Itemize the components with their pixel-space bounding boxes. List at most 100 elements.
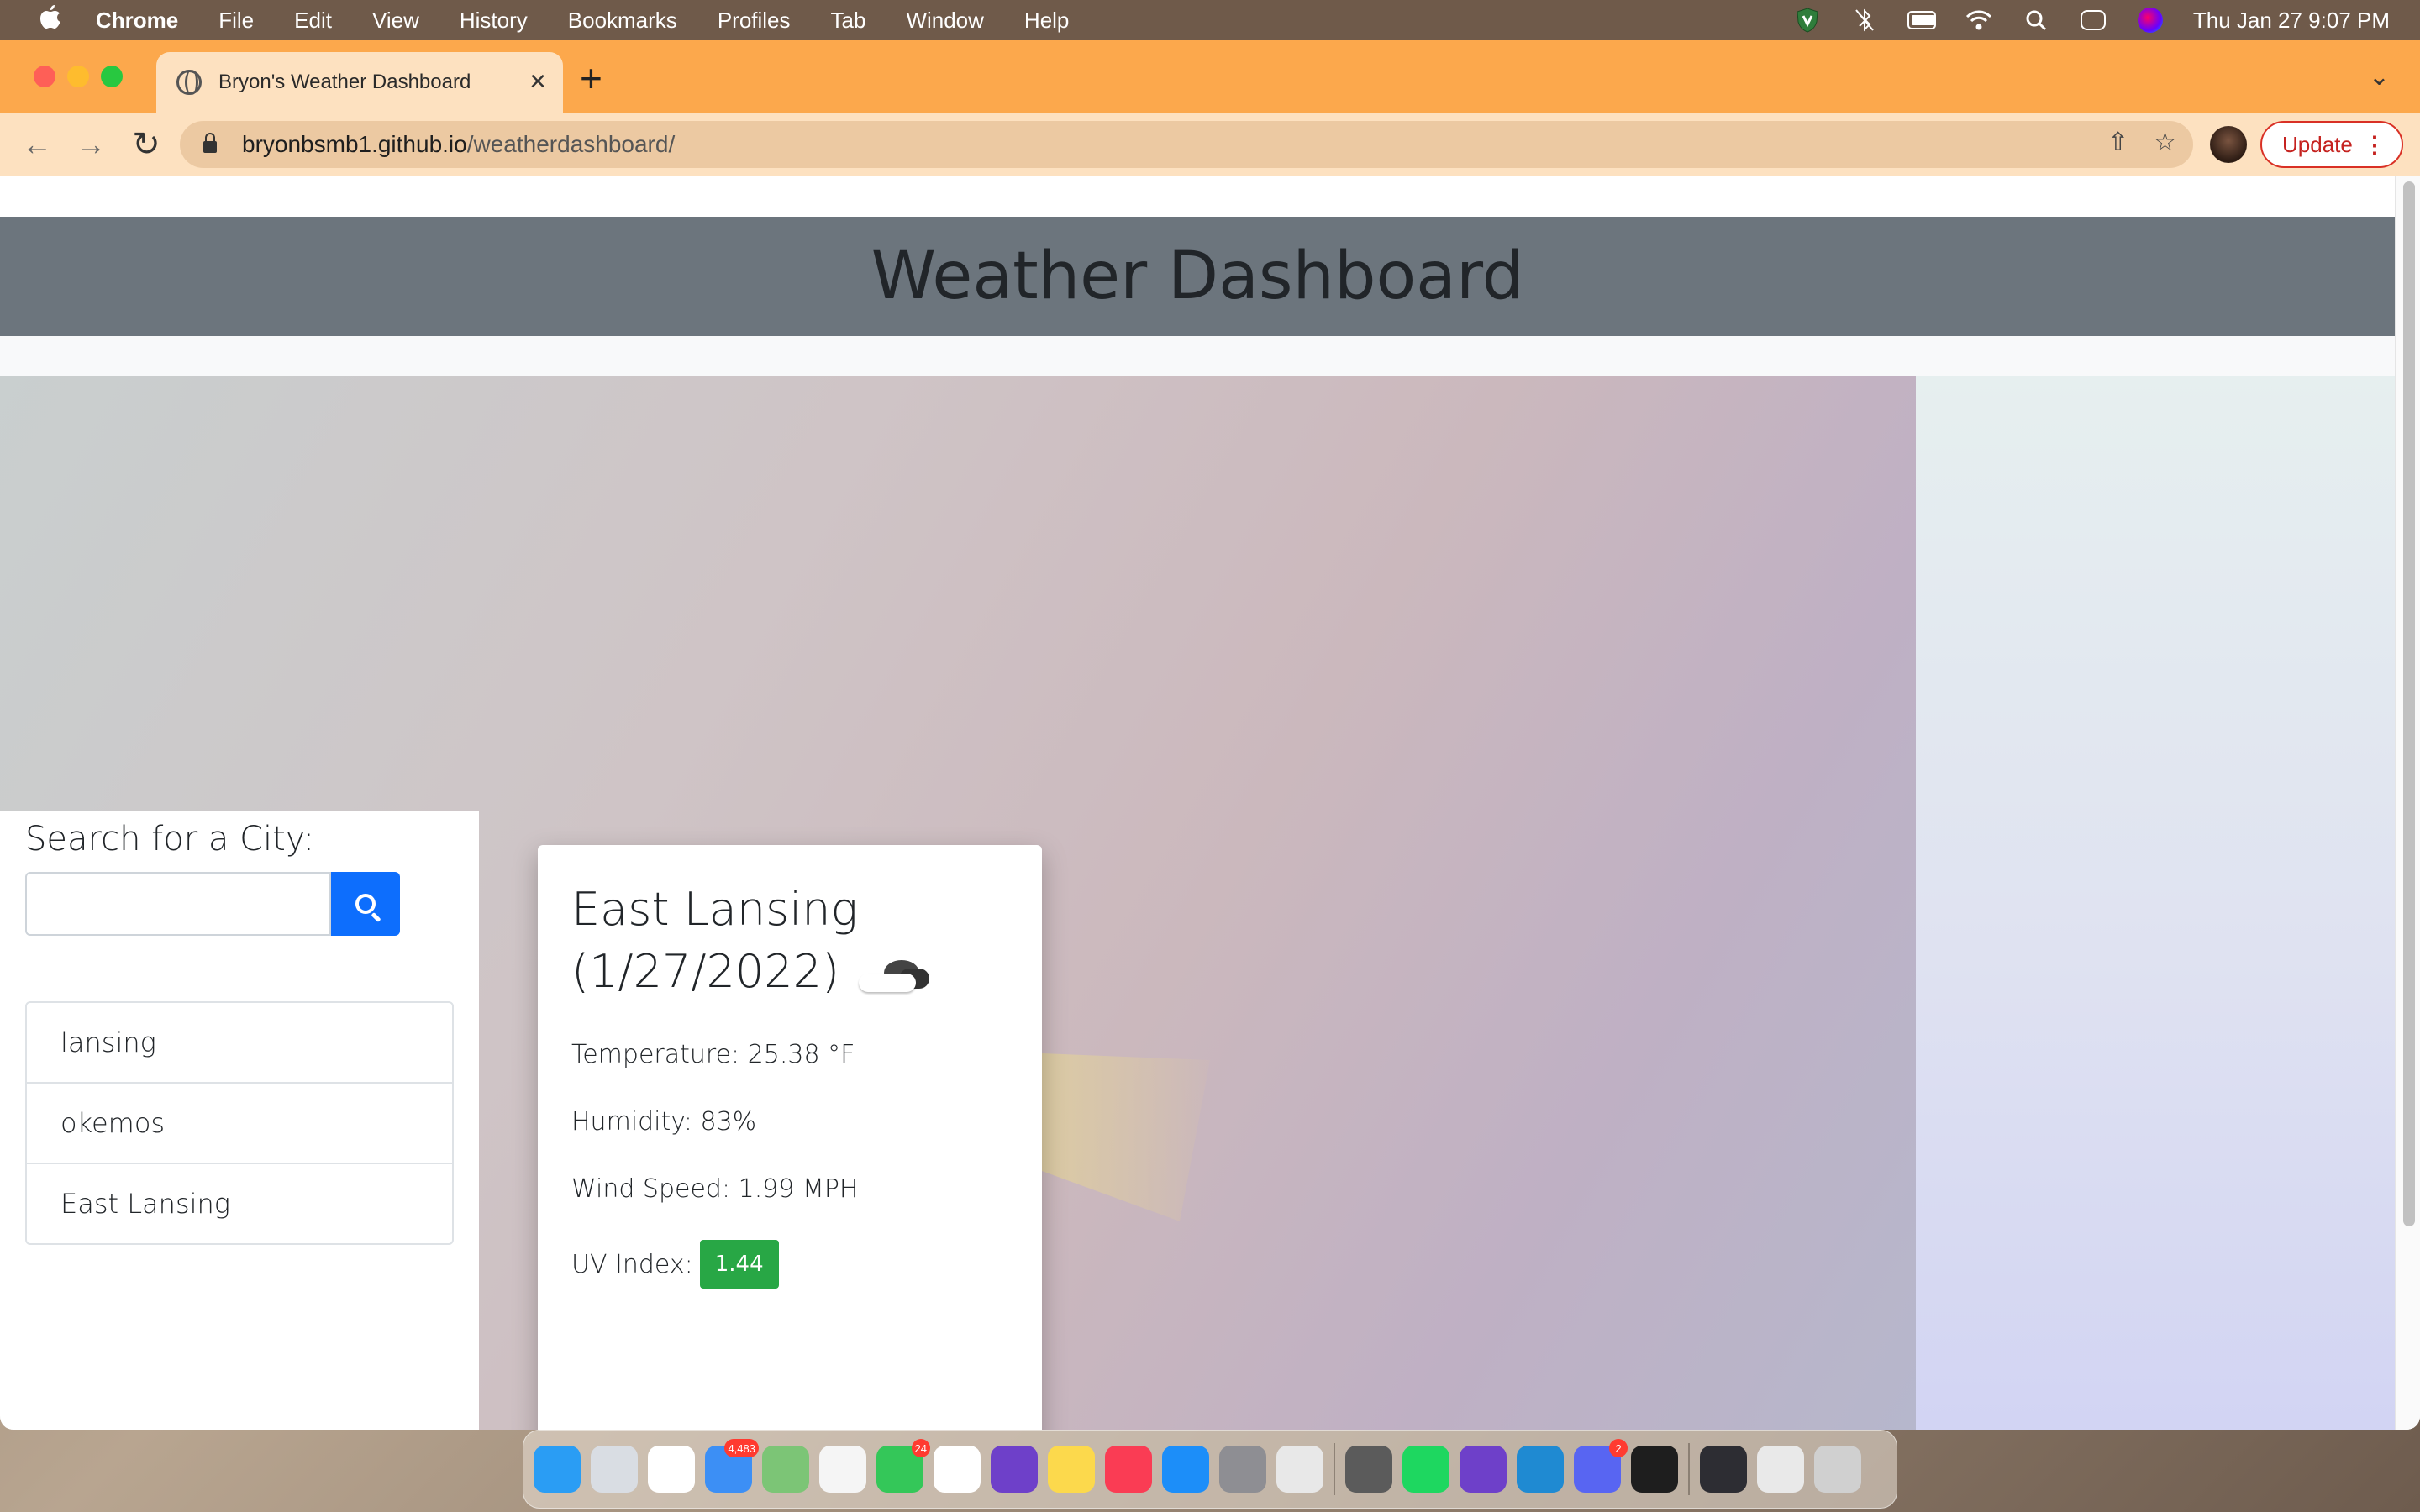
browser-window: Bryon's Weather Dashboard × + ⌄ ← → ↻ br…	[0, 40, 2420, 1430]
humidity-value: Humidity: 83%	[571, 1107, 757, 1137]
tab-weather-dashboard[interactable]: Bryon's Weather Dashboard ×	[156, 52, 563, 113]
lock-icon[interactable]	[203, 133, 217, 153]
search-button[interactable]	[331, 872, 400, 936]
tab-strip: Bryon's Weather Dashboard × + ⌄	[0, 40, 2420, 113]
dock-badge: 4,483	[724, 1439, 759, 1457]
globe-icon	[176, 70, 202, 95]
back-button[interactable]: ←	[18, 126, 55, 163]
dock-trash-icon[interactable]	[1814, 1446, 1861, 1493]
uv-index-label: UV Index:	[571, 1249, 693, 1279]
dock-color-picker-icon[interactable]	[1345, 1446, 1392, 1493]
dock-facetime-icon[interactable]: 24	[876, 1439, 930, 1493]
control-center-icon[interactable]	[2079, 8, 2107, 33]
battery-charging-icon[interactable]	[1907, 8, 1936, 33]
dock-window-thumbnail-1-icon[interactable]	[1700, 1446, 1747, 1493]
dock-slack-icon[interactable]	[648, 1446, 695, 1493]
menu-bookmarks[interactable]: Bookmarks	[568, 8, 677, 34]
dock-photos-icon[interactable]	[819, 1446, 866, 1493]
page-title: Weather Dashboard	[871, 239, 1524, 314]
new-tab-button[interactable]: +	[580, 59, 602, 97]
siri-icon[interactable]	[2136, 8, 2165, 33]
dock-github-desktop-icon[interactable]	[991, 1446, 1038, 1493]
dock-badge: 2	[1609, 1439, 1628, 1457]
current-weather-card: East Lansing (1/27/2022) Temperature: 25…	[538, 845, 1042, 1430]
menu-view[interactable]: View	[372, 8, 419, 34]
menu-edit[interactable]: Edit	[294, 8, 332, 34]
history-item-okemos[interactable]: okemos	[25, 1082, 454, 1164]
page-viewport: Weather Dashboard Search for a City: lan…	[0, 176, 2420, 1430]
dock-launchpad-icon[interactable]	[591, 1446, 638, 1493]
search-history-list: lansing okemos East Lansing	[25, 1001, 454, 1245]
wifi-icon[interactable]	[1965, 8, 1993, 33]
share-icon[interactable]: ⇧	[2107, 128, 2128, 157]
forward-button[interactable]: →	[72, 126, 109, 163]
dock-spotify-icon[interactable]	[1402, 1446, 1449, 1493]
url-path: /weatherdashboard/	[466, 131, 676, 157]
menu-tab[interactable]: Tab	[831, 8, 866, 34]
tab-search-chevron-icon[interactable]: ⌄	[2369, 62, 2390, 92]
browser-toolbar: ← → ↻ bryonbsmb1.github.io/weatherdashbo…	[0, 113, 2420, 176]
search-label: Search for a City:	[25, 820, 315, 858]
dock-system-preferences-icon[interactable]	[1219, 1446, 1266, 1493]
current-city-heading: East Lansing (1/27/2022)	[571, 879, 1008, 1003]
update-label: Update	[2282, 131, 2353, 157]
header-spacer	[0, 336, 2395, 376]
dock-calendar-icon[interactable]	[934, 1446, 981, 1493]
close-window-button[interactable]	[34, 66, 55, 87]
dock-notes-icon[interactable]	[1048, 1446, 1095, 1493]
dock-music-icon[interactable]	[1105, 1446, 1152, 1493]
city-search-input[interactable]	[25, 872, 331, 936]
profile-avatar[interactable]	[2210, 126, 2247, 163]
more-menu-icon[interactable]: ⋮	[2363, 131, 2386, 159]
dock-badge: 24	[911, 1439, 930, 1457]
dock-github-icon[interactable]	[1460, 1446, 1507, 1493]
menu-window[interactable]: Window	[906, 8, 983, 34]
menu-profiles[interactable]: Profiles	[718, 8, 791, 34]
search-icon[interactable]	[2022, 8, 2050, 33]
uv-index-badge: 1.44	[699, 1240, 779, 1289]
dock-mail-icon[interactable]: 4,483	[705, 1439, 759, 1493]
page-header: Weather Dashboard	[0, 217, 2395, 336]
bookmark-star-icon[interactable]: ☆	[2154, 128, 2176, 157]
current-date-line: (1/27/2022)	[571, 941, 1008, 1003]
dock-vscode-icon[interactable]	[1517, 1446, 1564, 1493]
scrollbar-thumb[interactable]	[2403, 181, 2415, 1226]
vpn-shield-icon[interactable]	[1793, 8, 1822, 33]
history-item-east-lansing[interactable]: East Lansing	[25, 1163, 454, 1245]
update-button[interactable]: Update ⋮	[2260, 121, 2403, 168]
dock-discord-icon[interactable]: 2	[1574, 1439, 1628, 1493]
dock-terminal-icon[interactable]	[1631, 1446, 1678, 1493]
menu-history[interactable]: History	[460, 8, 528, 34]
history-item-lansing[interactable]: lansing	[25, 1001, 454, 1084]
scrollbar[interactable]	[2395, 176, 2420, 1430]
reload-button[interactable]: ↻	[128, 126, 165, 163]
search-sidebar: Search for a City: lansing okemos East L…	[0, 811, 479, 1430]
bluetooth-off-icon[interactable]	[1850, 8, 1879, 33]
menu-bar: Chrome File Edit View History Bookmarks …	[0, 0, 2420, 40]
url-host: bryonbsmb1.github.io	[242, 131, 467, 157]
dock-app-store-icon[interactable]	[1162, 1446, 1209, 1493]
search-icon	[355, 894, 376, 914]
clock[interactable]: Thu Jan 27 9:07 PM	[2193, 8, 2390, 34]
dock: 4,483 24 2	[523, 1430, 1897, 1509]
tab-title: Bryon's Weather Dashboard	[218, 71, 471, 93]
wind-speed-value: Wind Speed: 1.99 MPH	[571, 1174, 859, 1204]
menu-help[interactable]: Help	[1024, 8, 1069, 34]
current-city-name: East Lansing	[571, 883, 858, 936]
dock-window-thumbnail-2-icon[interactable]	[1757, 1446, 1804, 1493]
apple-icon[interactable]	[34, 4, 67, 36]
cloud-icon	[859, 958, 930, 992]
menu-app-name[interactable]: Chrome	[96, 8, 178, 34]
temperature-value: Temperature: 25.38 °F	[571, 1040, 855, 1069]
zoom-window-button[interactable]	[101, 66, 123, 87]
dock-finder-icon[interactable]	[534, 1446, 581, 1493]
current-date: (1/27/2022)	[571, 945, 840, 998]
close-tab-icon[interactable]: ×	[529, 67, 546, 96]
dock-separator	[1334, 1443, 1335, 1495]
menu-file[interactable]: File	[218, 8, 254, 34]
dock-chrome-icon[interactable]	[1276, 1446, 1323, 1493]
background-right-panel	[1916, 376, 2395, 1430]
dock-maps-icon[interactable]	[762, 1446, 809, 1493]
address-bar[interactable]: bryonbsmb1.github.io/weatherdashboard/ ⇧…	[180, 121, 2193, 168]
minimize-window-button[interactable]	[67, 66, 89, 87]
